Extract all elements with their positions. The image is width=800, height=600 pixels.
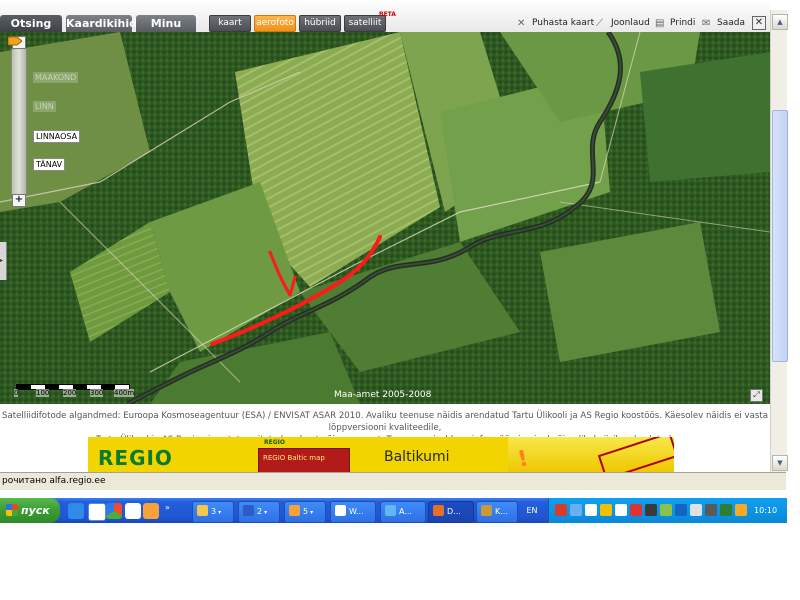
print-button[interactable]: ▤ Prindi bbox=[655, 16, 695, 30]
clock[interactable]: 10:10 bbox=[754, 498, 777, 523]
print-icon: ▤ bbox=[655, 18, 665, 29]
clear-map-icon: ✕ bbox=[517, 18, 526, 29]
zoom-level-district[interactable]: LINNAOSA bbox=[33, 130, 81, 143]
tab-my-map[interactable]: Minu kaart bbox=[136, 15, 196, 48]
tray-icon[interactable] bbox=[705, 504, 717, 516]
map-copyright: Maa-amet 2005-2008 bbox=[334, 390, 432, 400]
scroll-down-button[interactable]: ▼ bbox=[772, 455, 788, 471]
scale-tick: 200 bbox=[63, 389, 77, 397]
show-desktop-icon[interactable] bbox=[68, 503, 84, 519]
envelope-icon: ✉ bbox=[702, 18, 711, 29]
firefox-icon bbox=[433, 505, 444, 516]
zoom-track[interactable] bbox=[11, 48, 27, 196]
windows-taskbar: пуск » 3 ▾ 2 ▾ 5 ▾ W... A... D... K... EN bbox=[0, 498, 787, 523]
app-icon[interactable] bbox=[143, 503, 159, 519]
system-tray: 10:10 bbox=[548, 498, 787, 523]
clear-map-button[interactable]: ✕ Puhasta kaart bbox=[517, 16, 594, 30]
send-button[interactable]: ✉ Saada bbox=[702, 16, 745, 30]
close-icon[interactable]: ✕ bbox=[752, 16, 766, 30]
start-label: пуск bbox=[21, 504, 50, 517]
tray-icon[interactable] bbox=[630, 504, 642, 516]
scale-tick: 0 bbox=[14, 389, 19, 397]
quicklaunch-chevron-icon[interactable]: » bbox=[165, 503, 173, 519]
internet-explorer-icon[interactable] bbox=[88, 503, 106, 521]
zoom-level-city[interactable]: LINN bbox=[33, 101, 56, 112]
banner-book-image: REGIO Baltic map bbox=[258, 448, 350, 472]
taskbar-task[interactable]: A... bbox=[380, 501, 426, 523]
taskbar-group-app[interactable]: 5 ▾ bbox=[284, 501, 326, 523]
tray-icon[interactable] bbox=[735, 504, 747, 516]
zoom-slider[interactable]: − + bbox=[8, 36, 28, 207]
tab-map-layers[interactable]: Kaardikihid bbox=[66, 15, 137, 33]
app-icon bbox=[385, 505, 396, 516]
send-label: Saada bbox=[717, 18, 745, 28]
app-icon[interactable] bbox=[125, 503, 141, 519]
tray-icon[interactable] bbox=[690, 504, 702, 516]
tab-search[interactable]: Otsing bbox=[0, 15, 62, 33]
tray-icon[interactable] bbox=[675, 504, 687, 516]
windows-logo-icon bbox=[6, 504, 18, 516]
banner-headline: Baltikumi bbox=[384, 449, 450, 465]
scroll-thumb[interactable] bbox=[772, 110, 788, 362]
forest-area bbox=[640, 52, 770, 182]
zoom-level-county[interactable]: MAAKOND bbox=[33, 72, 79, 83]
tray-icon[interactable] bbox=[585, 504, 597, 516]
scroll-up-button[interactable]: ▲ bbox=[772, 14, 788, 30]
map-canvas[interactable]: − + MAAKOND LINN LINNAOSA TÄNAV ▸ 0 100 … bbox=[0, 32, 770, 404]
zoom-level-street[interactable]: TÄNAV bbox=[33, 158, 66, 171]
taskbar-task[interactable]: W... bbox=[330, 501, 376, 523]
browser-status-bar: рочитано alfa.regio.ee bbox=[0, 472, 786, 490]
tray-icon[interactable] bbox=[645, 504, 657, 516]
zoom-handle[interactable] bbox=[8, 36, 22, 46]
screen: Otsing Kaardikihid Minu kaart kaart aero… bbox=[0, 0, 800, 600]
tray-icon[interactable] bbox=[600, 504, 612, 516]
maptype-map-button[interactable]: kaart bbox=[209, 15, 251, 32]
folder-icon bbox=[197, 505, 208, 516]
start-button[interactable]: пуск bbox=[0, 498, 60, 523]
tray-icon[interactable] bbox=[660, 504, 672, 516]
taskbar-task-firefox[interactable]: D... bbox=[428, 501, 474, 523]
app-icon bbox=[481, 505, 492, 516]
tray-icon[interactable] bbox=[720, 504, 732, 516]
status-text: рочитано alfa.regio.ee bbox=[2, 476, 106, 486]
panel-collapse-handle[interactable]: ▸ bbox=[0, 242, 7, 280]
tray-icon[interactable] bbox=[570, 504, 582, 516]
fullscreen-icon[interactable]: ⤢ bbox=[750, 389, 763, 402]
maptype-aerial-button[interactable]: aerofoto bbox=[254, 15, 296, 32]
taskbar-task[interactable]: K... bbox=[476, 501, 518, 523]
word-icon bbox=[243, 505, 254, 516]
app-icon bbox=[335, 505, 346, 516]
aerial-photo bbox=[0, 32, 770, 404]
taskbar-group-folders[interactable]: 3 ▾ bbox=[192, 501, 234, 523]
map-toolbar: Otsing Kaardikihid Minu kaart kaart aero… bbox=[0, 0, 770, 48]
ruler-button[interactable]: ⟋ Joonlaud bbox=[596, 16, 650, 30]
language-indicator[interactable]: EN bbox=[520, 501, 544, 521]
beta-badge: BETA bbox=[379, 11, 396, 18]
disclaimer-line-1: Satelliidifotode algandmed: Euroopa Kosm… bbox=[2, 411, 768, 433]
page-scrollbar[interactable]: ▲ ▼ bbox=[770, 10, 788, 472]
scale-bar: 0 100 200 300 400m bbox=[14, 384, 146, 397]
scale-tick: 400m bbox=[114, 389, 135, 397]
ruler-icon: ⟋ bbox=[596, 18, 603, 29]
scale-tick: 100 bbox=[36, 389, 50, 397]
tray-icon[interactable] bbox=[555, 504, 567, 516]
taskbar-group-word[interactable]: 2 ▾ bbox=[238, 501, 280, 523]
maptype-hybrid-button[interactable]: hübriid bbox=[299, 15, 341, 32]
zoom-in-button[interactable]: + bbox=[12, 194, 26, 207]
banner-book-title: REGIO Baltic map bbox=[263, 454, 325, 462]
scale-tick: 300 bbox=[90, 389, 104, 397]
clear-map-label: Puhasta kaart bbox=[532, 18, 595, 28]
ruler-label: Joonlaud bbox=[611, 18, 650, 28]
banner-book-brand: REGIO bbox=[264, 439, 285, 446]
regio-ad-banner[interactable]: REGIO REGIO REGIO Baltic map Baltikumi ! bbox=[88, 437, 674, 472]
tray-icon[interactable] bbox=[615, 504, 627, 516]
app-icon bbox=[289, 505, 300, 516]
print-label: Prindi bbox=[670, 18, 696, 28]
banner-brand: REGIO bbox=[98, 446, 173, 470]
media-icon[interactable] bbox=[106, 503, 122, 519]
